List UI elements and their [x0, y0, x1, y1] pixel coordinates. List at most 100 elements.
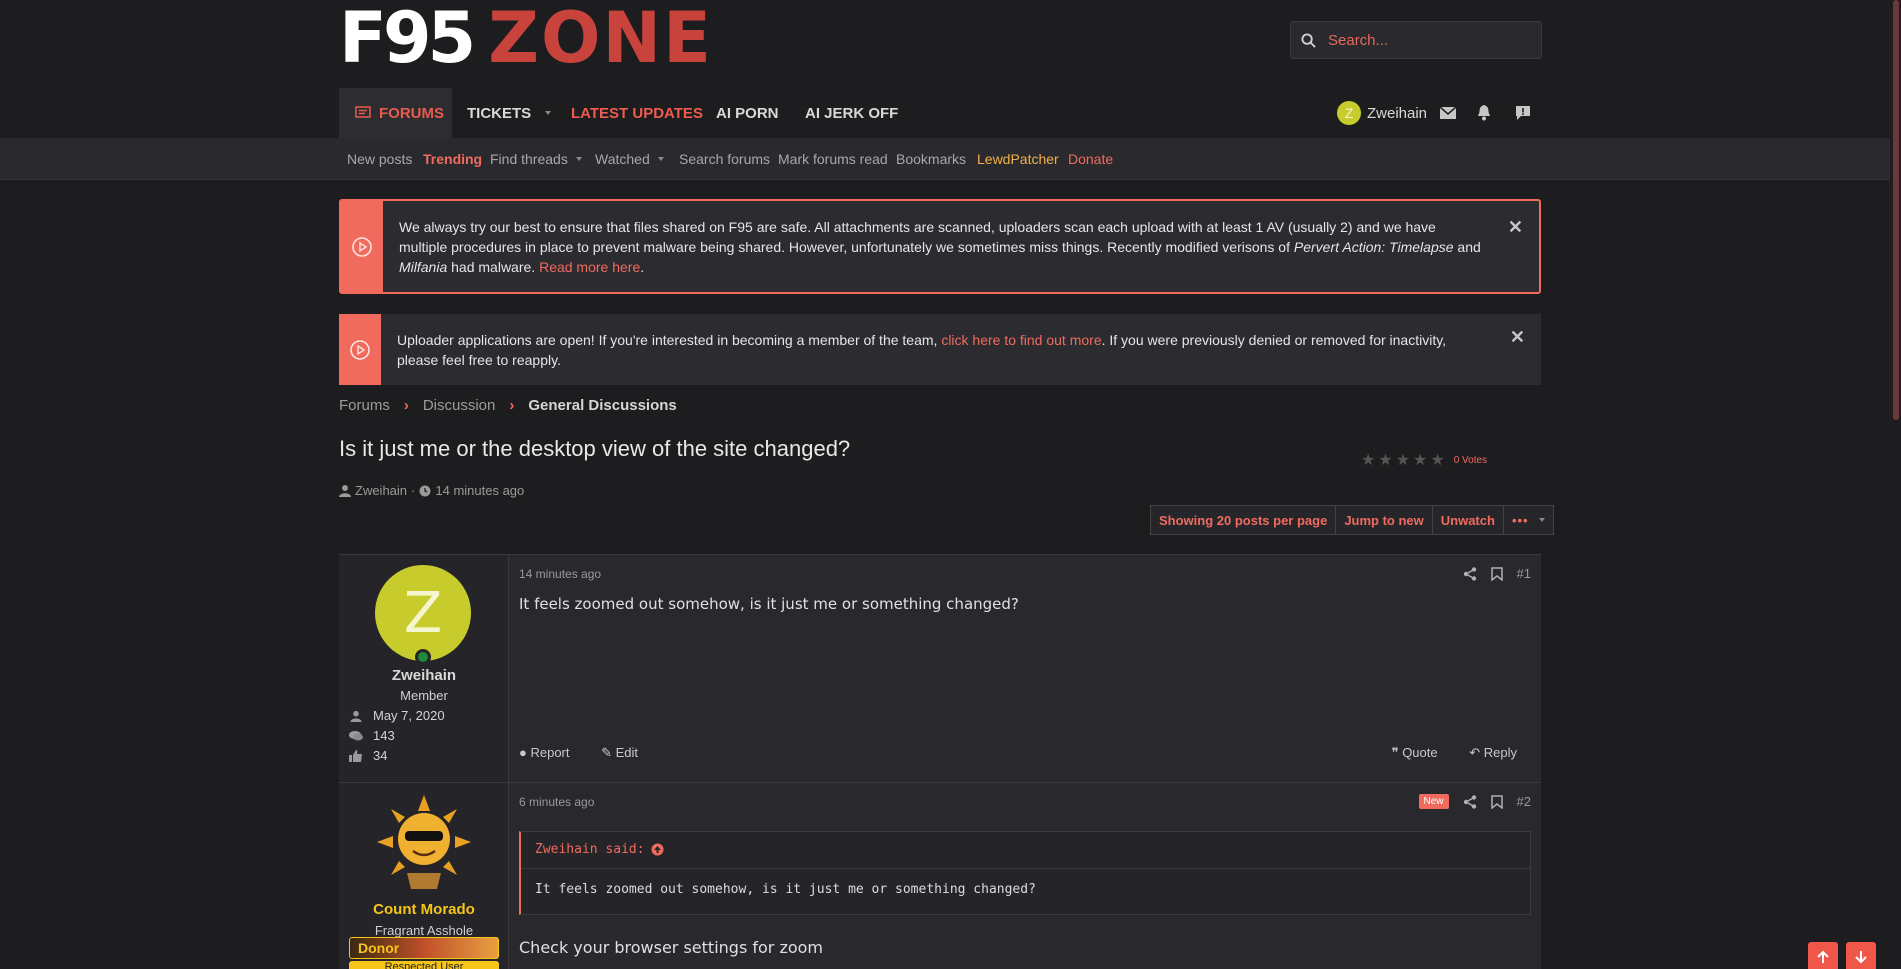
subnav-trending-label: Trending — [423, 151, 483, 167]
breadcrumb-forums[interactable]: Forums — [339, 397, 390, 414]
post-date[interactable]: 6 minutes ago — [519, 795, 594, 809]
notice-text-part: We always try our best to ensure that fi… — [399, 218, 1436, 255]
close-icon[interactable]: ✕ — [1510, 327, 1525, 347]
subnav-bookmarks[interactable]: Bookmarks — [896, 138, 966, 180]
thread-toolbar: Showing 20 posts per page Jump to new Un… — [1150, 505, 1554, 535]
tab-latest-updates[interactable]: LATEST UPDATES — [571, 88, 703, 138]
read-more-link[interactable]: Read more here — [539, 259, 640, 275]
tab-ai-porn[interactable]: AI PORN — [716, 88, 779, 138]
chevron-down-icon[interactable] — [545, 111, 552, 115]
subnav-find-threads[interactable]: Find threads — [490, 138, 582, 180]
avatar[interactable]: Z — [375, 565, 471, 661]
avatar[interactable] — [377, 795, 471, 889]
avatar: Z — [1337, 101, 1361, 125]
subnav-watched[interactable]: Watched — [595, 138, 664, 180]
logo-zone: ZONE — [488, 0, 713, 79]
post-footer: ● Report ✎ Edit ❞ Quote ↶ Reply — [519, 745, 1531, 761]
star-icon[interactable]: ★ — [1396, 450, 1410, 470]
report-button[interactable]: ● Report — [519, 745, 584, 760]
post-username[interactable]: Count Morado — [339, 901, 509, 918]
unwatch-button[interactable]: Unwatch — [1433, 506, 1504, 534]
page-title: Is it just me or the desktop view of the… — [339, 436, 851, 461]
search-box[interactable] — [1290, 21, 1542, 59]
scroll-bottom-button[interactable] — [1846, 942, 1876, 969]
star-icon[interactable]: ★ — [1378, 450, 1392, 470]
tab-forums[interactable]: FORUMS — [339, 88, 452, 138]
tab-ai-porn-label: AI PORN — [716, 104, 779, 122]
tab-ai-jerk-off-label: AI JERK OFF — [805, 104, 899, 122]
bookmark-icon[interactable] — [1490, 566, 1503, 581]
subnav-mark-read[interactable]: Mark forums read — [778, 138, 888, 180]
bookmark-icon[interactable] — [1490, 794, 1503, 809]
subnav-bookmarks-label: Bookmarks — [896, 151, 967, 167]
notice-text-part: . — [640, 258, 645, 275]
quote-header[interactable]: Zweihain said: — [535, 842, 664, 857]
chevron-right-icon: › — [509, 397, 515, 414]
meta-separator: · — [411, 483, 416, 498]
chevron-down-icon — [575, 157, 582, 161]
user-joined-date: May 7, 2020 — [373, 708, 445, 723]
close-icon[interactable]: ✕ — [1508, 217, 1523, 237]
post-date[interactable]: 14 minutes ago — [519, 567, 601, 581]
alert-bubble-icon[interactable] — [1515, 88, 1531, 138]
clock-icon — [419, 485, 431, 496]
scrollbar-thumb[interactable] — [1893, 0, 1899, 420]
quote-button[interactable]: ❞ Quote — [1392, 745, 1452, 760]
quote-divider — [521, 868, 1530, 869]
post-actions: #1 — [1463, 566, 1531, 581]
subnav-donate[interactable]: Donate — [1068, 138, 1113, 180]
post-username[interactable]: Zweihain — [339, 667, 509, 684]
inbox-icon[interactable] — [1440, 88, 1456, 138]
site-logo[interactable]: F95 ZONE — [339, 0, 713, 79]
notice-emphasis: Milfania — [399, 258, 448, 275]
jump-to-new-button[interactable]: Jump to new — [1336, 506, 1433, 534]
reply-label: Reply — [1483, 745, 1517, 760]
quote-block: Zweihain said: It feels zoomed out someh… — [519, 831, 1531, 915]
thread-time[interactable]: 14 minutes ago — [435, 483, 524, 498]
play-circle-icon — [352, 236, 372, 257]
chevron-down-icon — [657, 157, 664, 161]
more-options-button[interactable]: ••• — [1504, 506, 1553, 534]
star-icon[interactable]: ★ — [1413, 450, 1427, 470]
reply-button[interactable]: ↶ Reply — [1469, 745, 1531, 760]
tab-forums-label: FORUMS — [379, 104, 444, 122]
scroll-top-button[interactable] — [1808, 942, 1838, 969]
respected-user-banner: Respected User — [349, 961, 499, 969]
subnav-new-posts[interactable]: New posts — [347, 138, 412, 180]
breadcrumb-general-discussions[interactable]: General Discussions — [528, 397, 676, 414]
star-icon[interactable]: ★ — [1361, 450, 1375, 470]
post-number[interactable]: #1 — [1517, 566, 1531, 581]
messages-icon — [349, 730, 363, 740]
chevron-down-icon — [1538, 518, 1545, 522]
user-joined: May 7, 2020 — [349, 708, 445, 723]
account-menu[interactable]: Z Zweihain — [1337, 88, 1427, 138]
thread-rating[interactable]: ★ ★ ★ ★ ★ 0 Votes — [1361, 450, 1487, 470]
donor-banner: Donor — [349, 937, 499, 959]
notice-strip — [339, 314, 381, 385]
subnav-lewdpatcher[interactable]: LewdPatcher — [977, 138, 1059, 180]
bell-icon[interactable] — [1477, 88, 1491, 138]
posts-per-page-button[interactable]: Showing 20 posts per page — [1151, 506, 1337, 534]
tab-tickets[interactable]: TICKETS — [467, 88, 552, 138]
find-out-more-link[interactable]: click here to find out more — [941, 332, 1101, 348]
share-icon[interactable] — [1463, 794, 1477, 809]
subnav-trending[interactable]: Trending — [423, 138, 482, 180]
share-icon[interactable] — [1463, 566, 1477, 581]
subnav-search-forums-label: Search forums — [679, 151, 771, 167]
user-reactions-count: 34 — [373, 748, 388, 763]
scrollbar[interactable] — [1891, 0, 1901, 969]
tab-ai-jerk-off[interactable]: AI JERK OFF — [805, 88, 898, 138]
subnav-mark-read-label: Mark forums read — [778, 151, 888, 167]
breadcrumb-discussion[interactable]: Discussion — [423, 397, 496, 414]
quote-label: Quote — [1402, 745, 1438, 760]
quote-author: Zweihain said: — [535, 842, 645, 857]
search-input[interactable] — [1328, 31, 1528, 49]
post-body: Check your browser settings for zoom — [519, 938, 824, 957]
subnav-search-forums[interactable]: Search forums — [679, 138, 770, 180]
edit-button[interactable]: ✎ Edit — [601, 745, 652, 760]
notice-body: We always try our best to ensure that fi… — [383, 201, 1539, 292]
thread-author[interactable]: Zweihain — [355, 483, 407, 498]
post-number[interactable]: #2 — [1517, 794, 1531, 809]
star-icon[interactable]: ★ — [1430, 450, 1444, 470]
notice-text: Uploader applications are open! If you'r… — [397, 330, 1483, 370]
